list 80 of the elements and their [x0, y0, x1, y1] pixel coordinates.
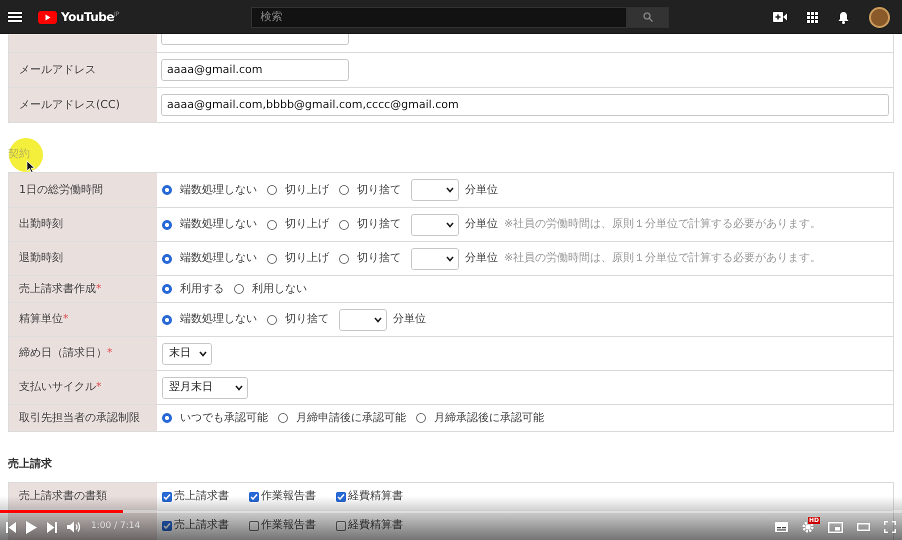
- apps-grid-icon[interactable]: [807, 12, 818, 22]
- search-icon: [643, 12, 654, 22]
- play-icon[interactable]: [26, 520, 37, 534]
- unit-label: 分単位: [465, 250, 498, 266]
- required-mark: *: [96, 379, 102, 396]
- input-field[interactable]: [161, 34, 349, 45]
- checkbox-option[interactable]: 売上請求書: [162, 517, 229, 534]
- cursor-icon: [26, 160, 35, 173]
- field-label: メールアドレス(CC): [9, 88, 157, 122]
- checkmark-icon: [337, 492, 345, 500]
- video-camera-icon[interactable]: [773, 12, 787, 22]
- next-icon[interactable]: [47, 522, 57, 532]
- theater-mode-icon[interactable]: [857, 523, 870, 531]
- caret-icon: [199, 350, 207, 356]
- checkmark-icon: [163, 492, 171, 500]
- checkmark-icon: [163, 522, 171, 530]
- required-mark: *: [63, 311, 68, 328]
- field-label-text: 1日の総労働時間: [19, 182, 103, 198]
- logo-text[interactable]: YouTube: [61, 8, 114, 26]
- checkbox-option[interactable]: 経費精算書: [336, 517, 403, 534]
- required-mark: *: [107, 345, 112, 362]
- settings-icon[interactable]: [802, 521, 814, 533]
- radio-option[interactable]: 端数処理しない: [162, 216, 257, 233]
- radio-option[interactable]: 切り上げ: [267, 216, 329, 233]
- subtitles-icon[interactable]: [775, 522, 788, 532]
- checkbox-option[interactable]: 売上請求書: [162, 488, 229, 505]
- fullscreen-icon[interactable]: [884, 521, 896, 533]
- radio-option[interactable]: 利用する: [162, 280, 224, 298]
- section-title: 売上請求: [8, 456, 52, 472]
- caret-icon: [446, 222, 454, 228]
- checkbox-option[interactable]: 経費精算書: [336, 488, 403, 505]
- caret-icon: [374, 316, 382, 322]
- field-label-text: 支払いサイクル: [19, 379, 96, 396]
- field-label: メールアドレス: [9, 53, 157, 87]
- radio-option[interactable]: 切り捨て: [267, 311, 329, 328]
- miniplayer-icon[interactable]: [828, 522, 843, 532]
- caret-icon: [446, 256, 454, 262]
- required-mark: *: [96, 280, 102, 297]
- radio-option[interactable]: 月締申請後に承認可能: [278, 410, 406, 426]
- search-button[interactable]: [627, 6, 670, 28]
- previous-icon[interactable]: [6, 522, 16, 532]
- select-dropdown[interactable]: 翌月末日: [162, 376, 248, 398]
- time-display: 1:00 / 7:14: [91, 520, 140, 534]
- radio-option[interactable]: いつでも承認可能: [162, 410, 268, 426]
- caret-icon: [235, 384, 243, 390]
- radio-option[interactable]: 切り捨て: [339, 216, 401, 233]
- radio-option[interactable]: 端数処理しない: [162, 250, 257, 267]
- caret-icon: [446, 187, 454, 193]
- field-label-text: 精算単位: [19, 311, 63, 328]
- radio-option[interactable]: 月締承認後に承認可能: [416, 410, 544, 426]
- field-label-text: 締め日（請求日）: [19, 345, 107, 362]
- checkbox-option[interactable]: 作業報告書: [249, 517, 316, 534]
- radio-option[interactable]: 切り上げ: [267, 250, 329, 267]
- search-field[interactable]: 検索: [251, 6, 628, 28]
- field-label-text: 取引先担当者の承認制限: [19, 410, 140, 426]
- field-label-text: 売上請求書の書類: [19, 488, 107, 504]
- radio-option[interactable]: 切り捨て: [339, 182, 401, 198]
- select-dropdown[interactable]: 末日: [162, 342, 212, 364]
- input-field[interactable]: aaaa@gmail.com,bbbb@gmail.com,cccc@gmail.com: [161, 94, 889, 116]
- radio-option[interactable]: 切り捨て: [339, 250, 401, 267]
- unit-label: 分単位: [465, 182, 498, 198]
- logo-icon: [38, 10, 57, 24]
- note-text: ※社員の労働時間は、原則１分単位で計算する必要があります。: [504, 250, 822, 266]
- radio-option[interactable]: 端数処理しない: [162, 311, 257, 328]
- field-label-text: 退勤時刻: [19, 250, 63, 266]
- checkmark-icon: [250, 492, 258, 500]
- radio-option[interactable]: 切り上げ: [267, 182, 329, 198]
- note-text: ※社員の労働時間は、原則１分単位で計算する必要があります。: [504, 216, 822, 232]
- unit-label: 分単位: [465, 216, 498, 232]
- unit-label: 分単位: [393, 311, 426, 328]
- volume-icon[interactable]: [67, 521, 81, 533]
- field-label-text: 出勤時刻: [19, 216, 63, 232]
- radio-option[interactable]: 端数処理しない: [162, 182, 257, 198]
- menu-icon[interactable]: [8, 11, 22, 23]
- radio-option[interactable]: 利用しない: [234, 280, 307, 298]
- avatar[interactable]: [869, 6, 890, 28]
- checkbox-option[interactable]: 作業報告書: [249, 488, 316, 505]
- input-field[interactable]: aaaa@gmail.com: [161, 59, 349, 81]
- field-label-text: 売上請求書作成: [19, 280, 96, 297]
- bell-icon[interactable]: [838, 10, 849, 24]
